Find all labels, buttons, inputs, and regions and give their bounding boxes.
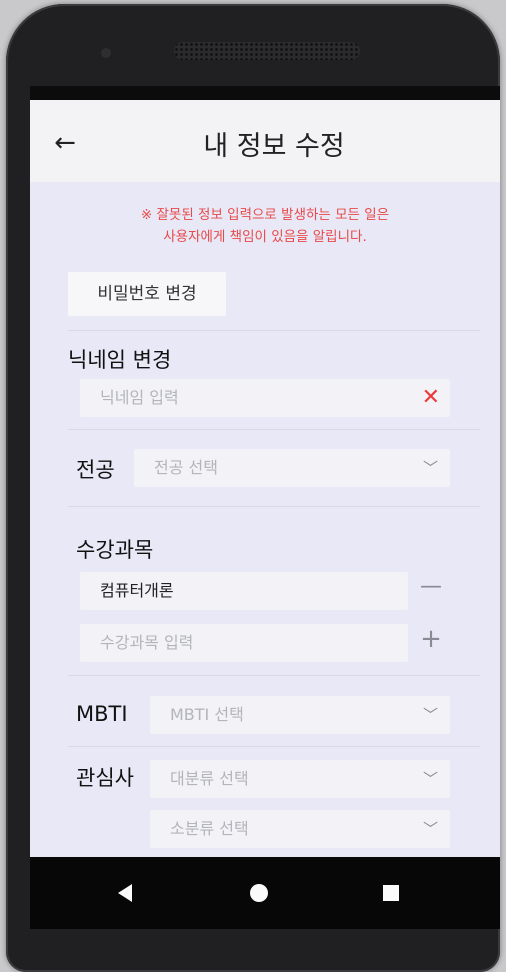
interest-major-select[interactable]: 대분류 선택 ﹀ — [150, 760, 450, 798]
chevron-down-icon: ﹀ — [422, 706, 438, 724]
course-item-value: 컴퓨터개론 — [100, 581, 174, 600]
remove-course-icon[interactable]: — — [416, 574, 446, 599]
mbti-select[interactable]: MBTI 선택 ﹀ — [150, 696, 450, 734]
course-item[interactable]: 컴퓨터개론 — [80, 572, 408, 610]
interest-minor-select[interactable]: 소분류 선택 ﹀ — [150, 810, 450, 848]
interest-major-placeholder: 대분류 선택 — [170, 769, 249, 788]
nav-back-icon[interactable] — [118, 884, 132, 902]
interests-label: 관심사 — [76, 766, 134, 790]
nickname-placeholder: 닉네임 입력 — [100, 388, 179, 407]
divider — [68, 746, 480, 747]
divider — [68, 506, 480, 507]
front-camera — [101, 48, 111, 58]
divider — [68, 675, 480, 676]
major-placeholder: 전공 선택 — [154, 458, 218, 477]
divider — [68, 429, 480, 430]
status-bar — [30, 86, 500, 100]
mbti-label: MBTI — [76, 702, 128, 726]
nav-recent-apps-icon[interactable] — [383, 885, 399, 901]
course-input[interactable]: 수강과목 입력 — [80, 624, 408, 662]
add-course-icon[interactable]: + — [416, 624, 446, 654]
divider — [68, 330, 480, 331]
earpiece-speaker — [174, 42, 360, 60]
warning-line-2: 사용자에게 책임이 있음을 알립니다. — [163, 229, 367, 245]
nickname-input[interactable]: 닉네임 입력 ✕ — [80, 379, 450, 417]
change-password-button[interactable]: 비밀번호 변경 — [68, 272, 226, 316]
nav-home-icon[interactable] — [250, 884, 268, 902]
app-bar: ← 내 정보 수정 — [30, 100, 500, 182]
interest-minor-placeholder: 소분류 선택 — [170, 819, 249, 838]
major-select[interactable]: 전공 선택 ﹀ — [134, 449, 450, 487]
warning-notice: ※ 잘못된 정보 입력으로 발생하는 모든 일은 사용자에게 책임이 있음을 알… — [30, 204, 500, 248]
major-label: 전공 — [76, 458, 115, 482]
chevron-down-icon: ﹀ — [422, 459, 438, 477]
course-input-placeholder: 수강과목 입력 — [100, 633, 194, 652]
chevron-down-icon: ﹀ — [422, 820, 438, 838]
courses-label: 수강과목 — [76, 538, 154, 562]
android-nav-bar — [30, 857, 500, 929]
chevron-down-icon: ﹀ — [422, 770, 438, 788]
clear-icon[interactable]: ✕ — [422, 379, 440, 417]
app-screen: ← 내 정보 수정 ※ 잘못된 정보 입력으로 발생하는 모든 일은 사용자에게… — [30, 100, 500, 857]
nickname-label: 닉네임 변경 — [68, 348, 172, 372]
mbti-placeholder: MBTI 선택 — [170, 705, 244, 724]
page-title: 내 정보 수정 — [203, 131, 345, 162]
warning-line-1: ※ 잘못된 정보 입력으로 발생하는 모든 일은 — [140, 207, 390, 223]
